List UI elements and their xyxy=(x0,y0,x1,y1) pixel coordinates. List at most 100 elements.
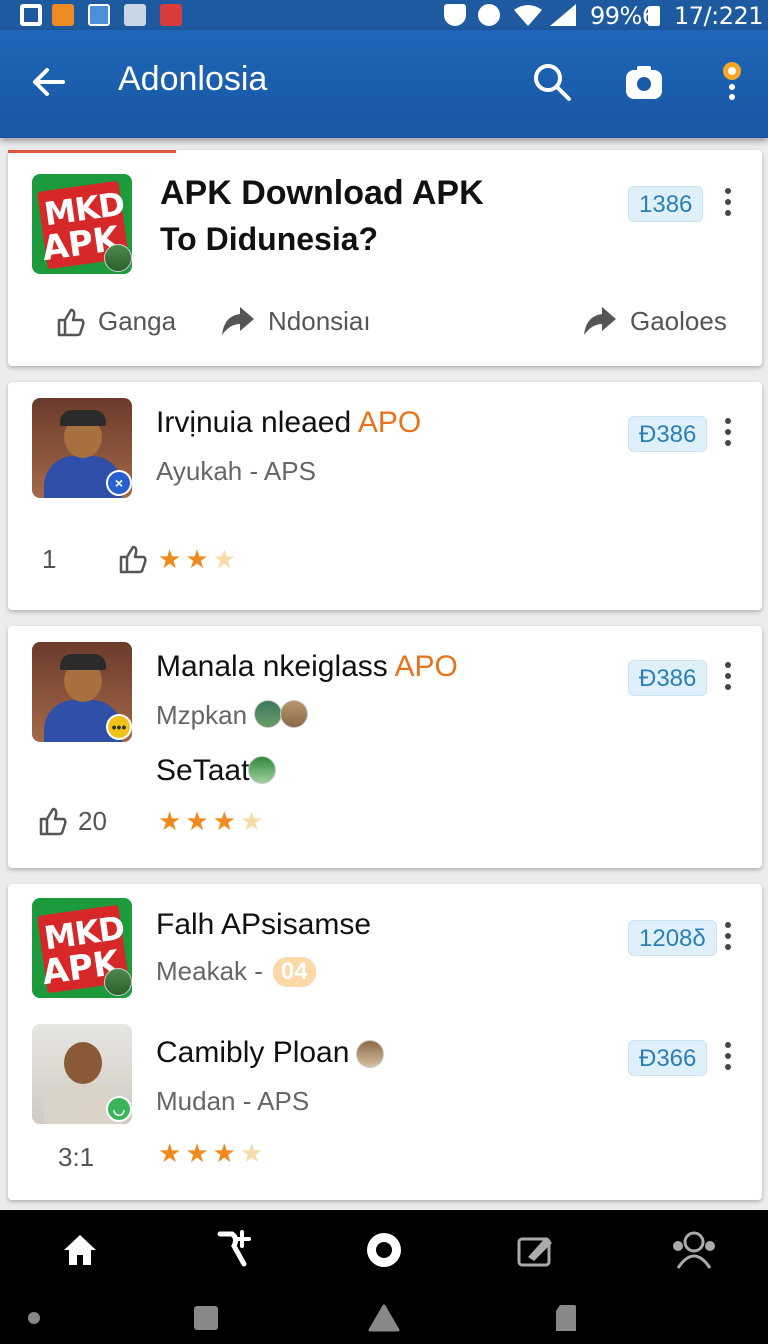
star-filled-icon: ★ xyxy=(212,1138,236,1168)
arrow-left-icon xyxy=(33,68,65,96)
nav-updates[interactable] xyxy=(508,1224,564,1276)
subtitle-badge: 04 xyxy=(272,956,316,987)
forward-action-label: Gaoloes xyxy=(630,306,727,336)
app-card[interactable]: ••• Manala nkeiglass APO Mzpkan SeTaat Ɖ… xyxy=(8,626,762,868)
app-title: Irvịnuia nleaed APO xyxy=(156,406,422,439)
system-navigation xyxy=(0,1290,768,1344)
page-title: Adonlosia xyxy=(118,60,268,98)
wifi-icon xyxy=(514,5,542,26)
star-empty-icon: ★ xyxy=(239,806,264,836)
share-arrow-icon xyxy=(584,306,616,335)
user-avatar xyxy=(356,1040,384,1068)
like-action-label: Ganga xyxy=(98,306,177,336)
location-icon xyxy=(444,4,466,26)
share-action-label: Ndonsiaı xyxy=(268,306,371,336)
shield-icon xyxy=(556,1305,576,1331)
app-subtitle: Mudan - APS xyxy=(156,1086,310,1116)
app-size-badge: Ɖ386 xyxy=(628,660,708,696)
triangle-icon xyxy=(368,1304,400,1332)
app-subtitle: Ayukah - APS xyxy=(156,456,316,486)
app-card[interactable]: MKD APK Falh APsisamse Meakak - 04 1208δ… xyxy=(8,884,762,1200)
notification-button[interactable] xyxy=(706,56,758,108)
search-icon xyxy=(534,64,571,101)
star-filled-icon: ★ xyxy=(158,806,182,836)
app-title: Camibly Ploan xyxy=(156,1036,350,1069)
app-size-badge: 1208δ xyxy=(628,920,717,956)
online-badge-icon: ◡ xyxy=(106,1096,132,1122)
app-title: Manala nkeiglass APO xyxy=(156,650,458,683)
bulb-icon xyxy=(723,62,741,100)
star-filled-icon: ★ xyxy=(158,544,182,574)
sys-home-button[interactable] xyxy=(364,1302,404,1334)
star-empty-icon: ★ xyxy=(239,1138,264,1168)
star-filled-icon: ★ xyxy=(212,806,236,836)
share-action[interactable]: Ndonsiaı xyxy=(220,306,371,337)
more-options-icon[interactable] xyxy=(723,418,733,452)
thumbs-up-icon[interactable] xyxy=(118,544,148,574)
back-button[interactable] xyxy=(24,58,72,106)
item-count: 3:1 xyxy=(58,1142,95,1172)
app-size-badge: Ɖ366 xyxy=(628,1040,708,1076)
more-options-icon[interactable] xyxy=(723,1042,733,1076)
featured-card[interactable]: MKD APK APK Download APK To Didunesia? 1… xyxy=(8,150,762,366)
user-avatar xyxy=(280,700,308,728)
app-title: Falh APsisamse xyxy=(156,908,372,941)
rating-stars: ★ ★ ★ ★ xyxy=(158,1138,267,1168)
square-icon xyxy=(194,1306,218,1330)
star-filled-icon: ★ xyxy=(185,544,209,574)
app-subtitle: Mzpkan xyxy=(156,700,248,730)
bottom-navigation xyxy=(0,1210,768,1290)
thumbs-up-icon xyxy=(57,308,85,336)
signal-icon xyxy=(550,4,576,26)
share-arrow-icon xyxy=(222,306,254,335)
featured-size-badge: 1386 xyxy=(628,186,704,222)
camera-icon xyxy=(626,66,662,99)
edit-box-icon xyxy=(517,1237,552,1267)
app-bar: Adonlosia xyxy=(0,30,768,138)
dot-icon xyxy=(28,1312,40,1324)
news-notification-icon xyxy=(160,4,182,26)
featured-title-line2: To Didunesia? xyxy=(160,221,379,257)
item-count: 1 xyxy=(42,544,57,574)
like-count: 20 xyxy=(78,806,107,836)
publisher-avatar xyxy=(104,968,132,996)
sync-notification-icon xyxy=(88,4,110,26)
sys-recents-button[interactable] xyxy=(186,1302,226,1334)
star-filled-icon: ★ xyxy=(185,1138,209,1168)
gallery-notification-icon xyxy=(20,4,42,26)
home-icon xyxy=(64,1235,96,1265)
nav-discover[interactable] xyxy=(356,1224,412,1276)
nav-home[interactable] xyxy=(52,1224,108,1276)
sys-back-button[interactable] xyxy=(546,1302,586,1334)
star-filled-icon: ★ xyxy=(185,806,209,836)
app-notification-icon xyxy=(52,4,74,26)
rating-stars: ★ ★ ★ ★ xyxy=(158,806,267,836)
thumbs-up-icon[interactable] xyxy=(38,806,68,836)
nav-profile[interactable] xyxy=(666,1224,722,1276)
app-extra-label: SeTaat xyxy=(156,754,250,787)
card-accent-line xyxy=(8,150,176,153)
clock: 17/:221 xyxy=(674,2,764,30)
user-avatar xyxy=(248,756,276,784)
search-button[interactable] xyxy=(526,56,578,108)
featured-title-line1: APK Download APK xyxy=(160,174,484,212)
nav-tools[interactable] xyxy=(204,1224,260,1276)
like-action[interactable]: Ganga xyxy=(56,306,176,337)
battery-percent: 99%6 xyxy=(590,2,657,30)
settings-icon xyxy=(478,4,500,26)
chat-badge-icon: ••• xyxy=(106,714,132,740)
app-size-badge: Ɖ386 xyxy=(628,416,708,452)
rating-stars: ★ ★ ★ xyxy=(158,544,240,574)
verified-badge-icon: × xyxy=(106,470,132,496)
more-options-icon[interactable] xyxy=(723,188,733,222)
battery-icon xyxy=(648,6,660,26)
camera-button[interactable] xyxy=(618,56,670,108)
app-card[interactable]: × Irvịnuia nleaed APO Ayukah - APS Ɖ386 … xyxy=(8,382,762,610)
circle-icon xyxy=(367,1233,401,1267)
more-options-icon[interactable] xyxy=(723,922,733,956)
forward-action[interactable]: Gaoloes xyxy=(582,306,727,337)
user-avatar xyxy=(254,700,282,728)
more-options-icon[interactable] xyxy=(723,662,733,696)
star-filled-icon: ★ xyxy=(158,1138,182,1168)
sys-dot-button[interactable] xyxy=(14,1302,54,1334)
